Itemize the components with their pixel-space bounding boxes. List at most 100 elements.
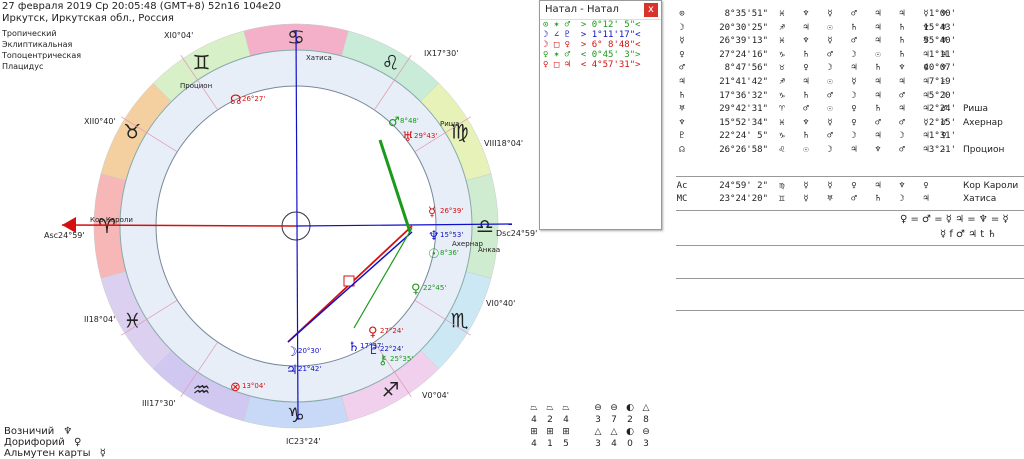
orb-value: 15°43'	[923, 22, 956, 33]
grid-icon: ⊖	[642, 427, 650, 437]
dignity-symbol: ♄	[875, 104, 881, 115]
planet-glyph: ♆	[428, 229, 440, 244]
dignity-symbol: ♆	[875, 144, 881, 155]
grid-count: 4	[531, 415, 537, 425]
grid-count: 3	[643, 439, 649, 449]
grid-icon: ⏢	[562, 403, 570, 413]
dignity-symbol: ♌	[779, 144, 785, 155]
fixed-star-label: Процион	[180, 82, 212, 90]
dignity-symbol: ♀	[923, 180, 929, 191]
planet-glyph: ⚷	[378, 353, 388, 368]
orb-value: 55°40'	[923, 36, 956, 47]
dignity-symbol: ♑	[779, 49, 785, 60]
dignity-symbol: ♀	[851, 104, 857, 115]
dignity-symbol: ♃	[875, 90, 881, 101]
legend-glyph: ☿	[96, 448, 106, 459]
natal-chart-wheel[interactable]: ♋♊♉♈♓♒♑♐♏♎♍♌ ♂ 8°48'♅ 29°43'☊ 26°27'☿ 26°39'…	[0, 0, 540, 458]
fixed-star-label: Анкаа	[478, 246, 500, 254]
zodiac-sign-glyph: ♌	[382, 50, 400, 74]
planet-symbol: ♇	[679, 131, 685, 142]
planet-symbol: ⊙	[679, 9, 685, 19]
popup-aspect-row[interactable]: ♀ ✶ ♂ < 0°45' 3">	[540, 50, 661, 60]
dignity-symbol: ♆	[803, 9, 809, 19]
grid-icon: ⊖	[610, 403, 618, 413]
planet-symbol: ♃	[679, 76, 685, 87]
popup-aspect-row[interactable]: ☽ ∠ ♇ > 1°11'17"<	[540, 30, 661, 40]
dignity-symbol: ♄	[803, 49, 809, 60]
grid-icon: ⊖	[594, 403, 602, 413]
planet-degree-label: 27°24'	[380, 327, 403, 335]
planet-longitude: 17°36'32"	[719, 90, 768, 101]
dignity-symbol: ☽	[827, 144, 833, 155]
grid-count: 0	[627, 439, 633, 449]
orb-value: 1°00'	[928, 9, 956, 19]
planet-degree-label: 22°45'	[423, 284, 446, 292]
orb-value: 1°31'	[928, 131, 956, 142]
grid-icon: ◐	[626, 427, 634, 437]
legend-glyph: ♀	[70, 437, 82, 448]
popup-title: Натал - Натал	[540, 1, 661, 20]
popup-close-button[interactable]: x	[644, 3, 658, 17]
popup-aspect-row[interactable]: ☽ □ ♀ > 6° 8'48"<	[540, 40, 661, 50]
dignity-symbol: ♃	[803, 76, 809, 87]
planet-symbol: MC	[676, 194, 688, 205]
grid-count: 5	[563, 439, 569, 449]
planet-symbol: ♅	[679, 104, 685, 115]
dispositor-line-2: ☿ f ♂ ♃ t ♄	[940, 229, 997, 240]
planet-longitude: 20°30'25"	[719, 22, 768, 33]
dignity-symbol: ♄	[851, 22, 857, 33]
dignity-symbol: ♄	[875, 63, 881, 74]
dignity-symbol: ♀	[851, 180, 857, 191]
orb-value: 7°19'	[928, 76, 956, 87]
house-cusp-label: II18°04'	[84, 315, 115, 324]
grid-icon: ⏢	[530, 403, 538, 413]
planet-longitude: 26°26'58"	[719, 144, 768, 155]
legend-label: Дорифорий	[4, 437, 65, 448]
dignity-symbol: ♓	[779, 117, 785, 128]
house-cusp-label: XI0°04'	[164, 31, 193, 40]
dignity-symbol: ♀	[851, 117, 857, 128]
dignity-symbol: ♂	[851, 9, 857, 19]
house-cusp-label: IX17°30'	[424, 49, 458, 58]
dignity-symbol: ♆	[899, 180, 905, 191]
dignity-symbol: ♐	[779, 76, 785, 87]
dignity-symbol: ☽	[899, 194, 905, 205]
planet-degree-label: 8°36'	[440, 249, 459, 257]
table-divider	[676, 278, 1024, 279]
legend-label: Альмутен карты	[4, 448, 91, 459]
dignity-symbol: ☉	[827, 76, 833, 87]
dignity-symbol: ☿	[827, 36, 833, 47]
dignity-symbol: ♄	[875, 194, 881, 205]
grid-icon: ⊞	[562, 427, 570, 437]
planet-degree-label: 29°43'	[414, 132, 437, 140]
dignity-symbol: ♆	[803, 36, 809, 47]
popup-aspect-row[interactable]: ♀ □ ♃ < 4°57'31">	[540, 60, 661, 70]
planet-symbol: ♂	[679, 63, 685, 74]
orb-value: 40°07'	[923, 63, 956, 74]
fixed-star-name: Ахернар	[963, 117, 1003, 128]
dignity-symbol: ♃	[875, 180, 881, 191]
dignity-symbol: ♂	[827, 90, 833, 101]
dignity-symbol: ♂	[827, 131, 833, 142]
aspect-popup-window[interactable]: Натал - Натал x ⊙ ✶ ♂ > 0°12' 5"< ☽ ∠ ♇ >…	[539, 0, 662, 230]
planet-longitude: 22°24' 5"	[719, 131, 768, 142]
planet-symbol: Ac	[676, 180, 688, 191]
dignity-symbol: ♃	[875, 9, 881, 19]
dignity-symbol: ☽	[851, 49, 857, 60]
grid-icon: ⏢	[546, 403, 554, 413]
dignity-symbol: ♓	[779, 36, 785, 47]
grid-count: 7	[611, 415, 617, 425]
zodiac-sign-glyph: ♐	[382, 378, 400, 402]
planet-symbol: ☿	[679, 36, 685, 47]
grid-count: 1	[547, 439, 553, 449]
dignity-symbol: ☽	[851, 131, 857, 142]
popup-aspect-row[interactable]: ⊙ ✶ ♂ > 0°12' 5"<	[540, 20, 661, 30]
fixed-star-name: Риша	[963, 104, 989, 115]
popup-aspect-list: ⊙ ✶ ♂ > 0°12' 5"< ☽ ∠ ♇ > 1°11'17"< ☽ □ ♀ …	[540, 20, 661, 70]
grid-count: 3	[595, 439, 601, 449]
planet-degree-label: 26°27'	[242, 95, 265, 103]
dignity-symbol: ♃	[803, 22, 809, 33]
dignity-symbol: ♃	[875, 36, 881, 47]
planet-longitude: 15°52'34"	[719, 117, 768, 128]
grid-count: 2	[547, 415, 553, 425]
